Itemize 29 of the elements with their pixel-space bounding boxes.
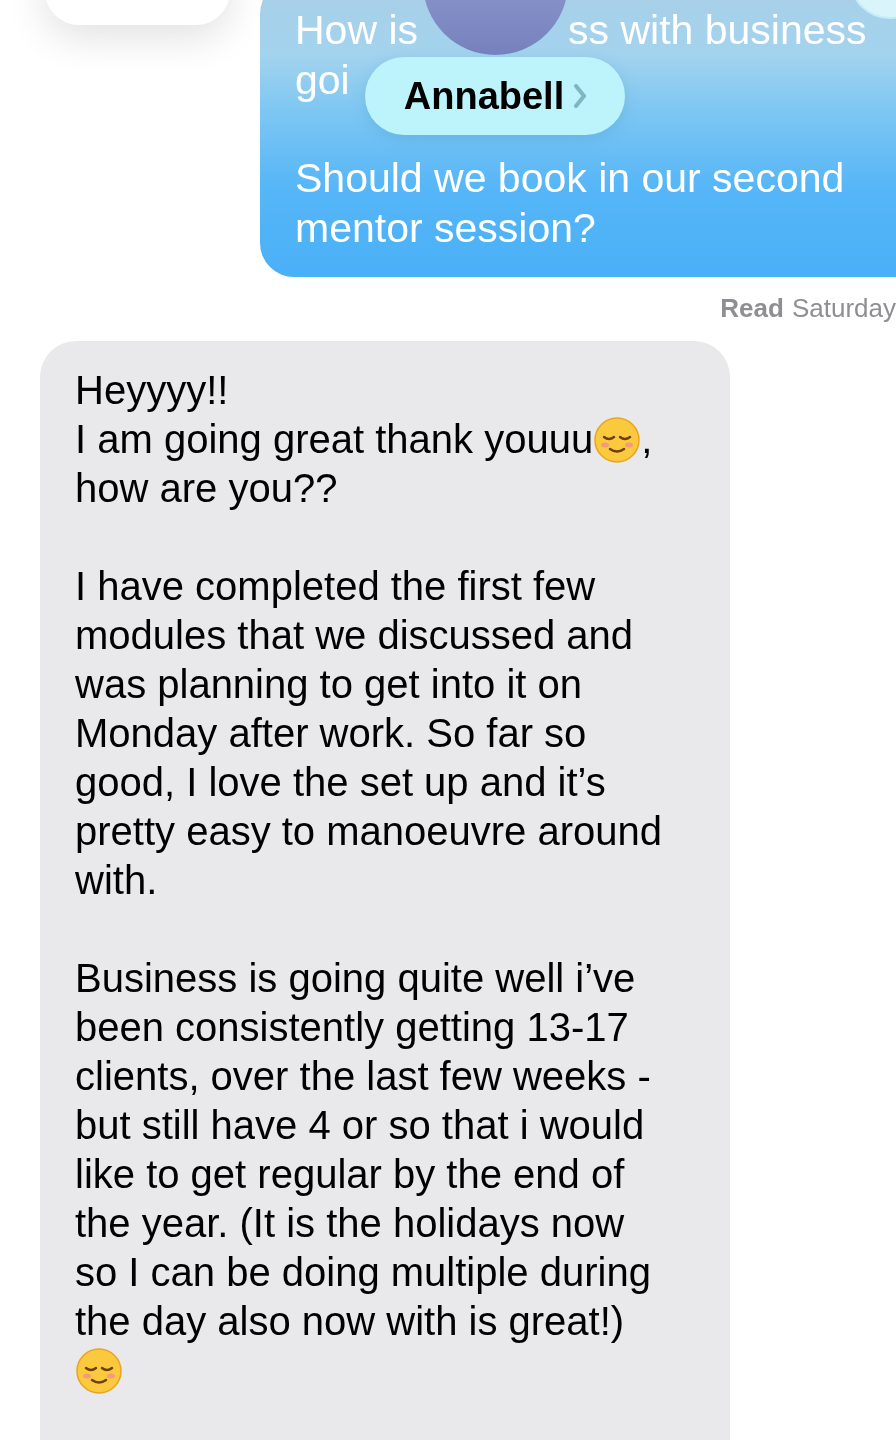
message-text-fragment: How is bbox=[295, 6, 419, 55]
message-text: I am going great thank youuu bbox=[75, 416, 594, 463]
message-text: but still have 4 or so that i would bbox=[75, 1102, 645, 1149]
message-text: the day also now with is great!) bbox=[75, 1298, 625, 1345]
message-text: like to get regular by the end of bbox=[75, 1151, 625, 1198]
message-text: Business is going quite well i’ve bbox=[75, 955, 636, 1002]
smiling-emoji-icon bbox=[75, 1346, 123, 1395]
message-text: Should we book in our second mentor session? bbox=[295, 154, 846, 253]
message-text: I have completed the first few bbox=[75, 563, 596, 610]
message-text: modules that we discussed and bbox=[75, 612, 634, 659]
message-text: Heyyyy!! bbox=[75, 367, 229, 414]
message-text-fragment: ss with business bbox=[568, 6, 867, 55]
message-text: been consistently getting 13-17 bbox=[75, 1004, 629, 1051]
smiling-emoji-icon bbox=[593, 415, 642, 464]
message-text: clients, over the last few weeks - bbox=[75, 1053, 651, 1100]
message-text: pretty easy to manoeuvre around bbox=[75, 808, 662, 855]
message-text: was planning to get into it on bbox=[75, 661, 582, 708]
read-time: Saturday bbox=[791, 292, 896, 325]
message-text: with. bbox=[75, 857, 158, 904]
message-text: the year. (It is the holidays now bbox=[75, 1200, 625, 1247]
message-text: Monday after work. So far so bbox=[75, 710, 587, 757]
message-text: so I can be doing multiple during bbox=[75, 1249, 651, 1296]
read-label: Read bbox=[720, 292, 784, 325]
message-text: , bbox=[641, 416, 653, 463]
message-text: how are you?? bbox=[75, 465, 338, 512]
message-text: good, I love the set up and it’s bbox=[75, 759, 606, 806]
chevron-icon bbox=[574, 84, 587, 108]
contact-button[interactable]: Annabell bbox=[365, 57, 625, 135]
message-text-fragment: goi bbox=[295, 56, 350, 105]
